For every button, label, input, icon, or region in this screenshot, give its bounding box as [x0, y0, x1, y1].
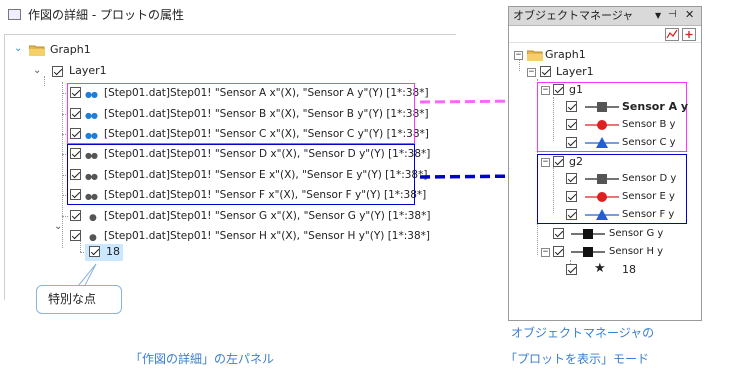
om-layer-checkbox[interactable]	[540, 66, 551, 77]
collapse-icon[interactable]: −	[541, 248, 550, 257]
plot-row-label[interactable]: [Step01.dat]Step01! "Sensor H x"(X), "Se…	[104, 229, 430, 243]
person-icon: ●	[89, 213, 97, 223]
tree-layer-label[interactable]: Layer1	[69, 64, 107, 78]
expand-all-icon[interactable]	[682, 28, 696, 41]
window-titlebar: 作図の詳細 - プロットの属性	[0, 0, 456, 30]
left-caption: 「作図の詳細」の左パネル	[130, 352, 275, 366]
om-plot-checkbox[interactable]	[566, 101, 577, 112]
om-point-label[interactable]: 18	[622, 263, 636, 277]
om-layer-label[interactable]: Layer1	[556, 65, 594, 79]
om-plot-checkbox[interactable]	[566, 191, 577, 202]
circle-marker-icon	[585, 192, 619, 202]
om-point-checkbox[interactable]	[566, 264, 577, 275]
om-plot-checkbox[interactable]	[566, 119, 577, 130]
om-plot-checkbox[interactable]	[566, 209, 577, 220]
object-manager-title: オブジェクトマネージャ	[513, 9, 634, 22]
object-manager-titlebar: オブジェクトマネージャ ▼ ⊣ ✕	[509, 7, 701, 26]
collapse-icon[interactable]: −	[541, 86, 550, 95]
folder-icon	[527, 50, 543, 61]
om-plot-label[interactable]: Sensor D y	[622, 172, 676, 186]
om-plot-label[interactable]: Sensor F y	[622, 208, 674, 222]
om-plot-checkbox[interactable]	[553, 228, 564, 239]
folder-icon	[29, 45, 45, 56]
expand-chevron-icon[interactable]: ⌄	[54, 220, 62, 234]
layer-checkbox[interactable]	[52, 66, 63, 77]
pin-icon[interactable]: ⊣	[668, 8, 677, 22]
callout-text: 特別な点	[48, 292, 97, 306]
plot-details-window: 作図の詳細 - プロットの属性 ⌄ Graph1 ⌄ Layer1 ● ● [Ste…	[0, 0, 456, 314]
plot-checkbox[interactable]	[70, 210, 81, 221]
app-icon	[8, 9, 21, 20]
person-icon: ●	[89, 233, 97, 243]
om-plot-label[interactable]: Sensor H y	[609, 245, 663, 259]
om-group2-checkbox[interactable]	[553, 156, 564, 167]
collapse-icon[interactable]: −	[514, 51, 523, 60]
om-plot-label[interactable]: Sensor C y	[622, 136, 676, 150]
tree-root-label[interactable]: Graph1	[50, 43, 91, 57]
dropdown-icon[interactable]: ▼	[655, 9, 661, 23]
om-plot-label[interactable]: Sensor B y	[622, 118, 675, 132]
group2-highlight-box	[67, 144, 415, 205]
special-point-label[interactable]: 18	[106, 245, 120, 259]
collapse-icon[interactable]: −	[541, 158, 550, 167]
om-plot-checkbox[interactable]	[566, 137, 577, 148]
square-marker-icon	[571, 247, 605, 257]
triangle-marker-icon	[585, 209, 619, 220]
plot-checkbox[interactable]	[70, 230, 81, 241]
plot-row-label[interactable]: [Step01.dat]Step01! "Sensor G x"(X), "Se…	[104, 209, 430, 223]
right-panel-edge	[711, 0, 752, 326]
show-plots-icon[interactable]	[665, 28, 679, 41]
om-plot-label[interactable]: Sensor G y	[609, 227, 663, 241]
square-marker-icon	[571, 229, 605, 239]
om-root-label[interactable]: Graph1	[545, 48, 586, 62]
triangle-marker-icon	[585, 137, 619, 148]
right-caption-line1: オブジェクトマネージャの	[511, 326, 655, 340]
om-group1-checkbox[interactable]	[553, 84, 564, 95]
expand-chevron-icon[interactable]: ⌄	[14, 42, 22, 56]
group1-highlight-box	[67, 83, 415, 144]
expand-chevron-icon[interactable]: ⌄	[33, 64, 41, 78]
square-marker-icon	[585, 174, 619, 184]
close-icon[interactable]: ✕	[685, 8, 694, 22]
right-caption-line2: 「プロットを表示」モード	[505, 352, 650, 366]
star-icon: ★	[594, 261, 606, 276]
om-plot-label[interactable]: Sensor A y	[622, 100, 688, 114]
square-marker-icon	[585, 102, 619, 112]
special-point-checkbox[interactable]	[89, 246, 100, 257]
om-group1-label[interactable]: g1	[569, 83, 583, 97]
om-plot-label[interactable]: Sensor E y	[622, 190, 675, 204]
toolbar	[509, 27, 701, 43]
collapse-icon[interactable]: −	[527, 68, 536, 77]
om-plot-checkbox[interactable]	[566, 173, 577, 184]
window-title: 作図の詳細 - プロットの属性	[28, 8, 184, 22]
om-plot-checkbox[interactable]	[553, 246, 564, 257]
om-group2-label[interactable]: g2	[569, 155, 583, 169]
circle-marker-icon	[585, 120, 619, 130]
